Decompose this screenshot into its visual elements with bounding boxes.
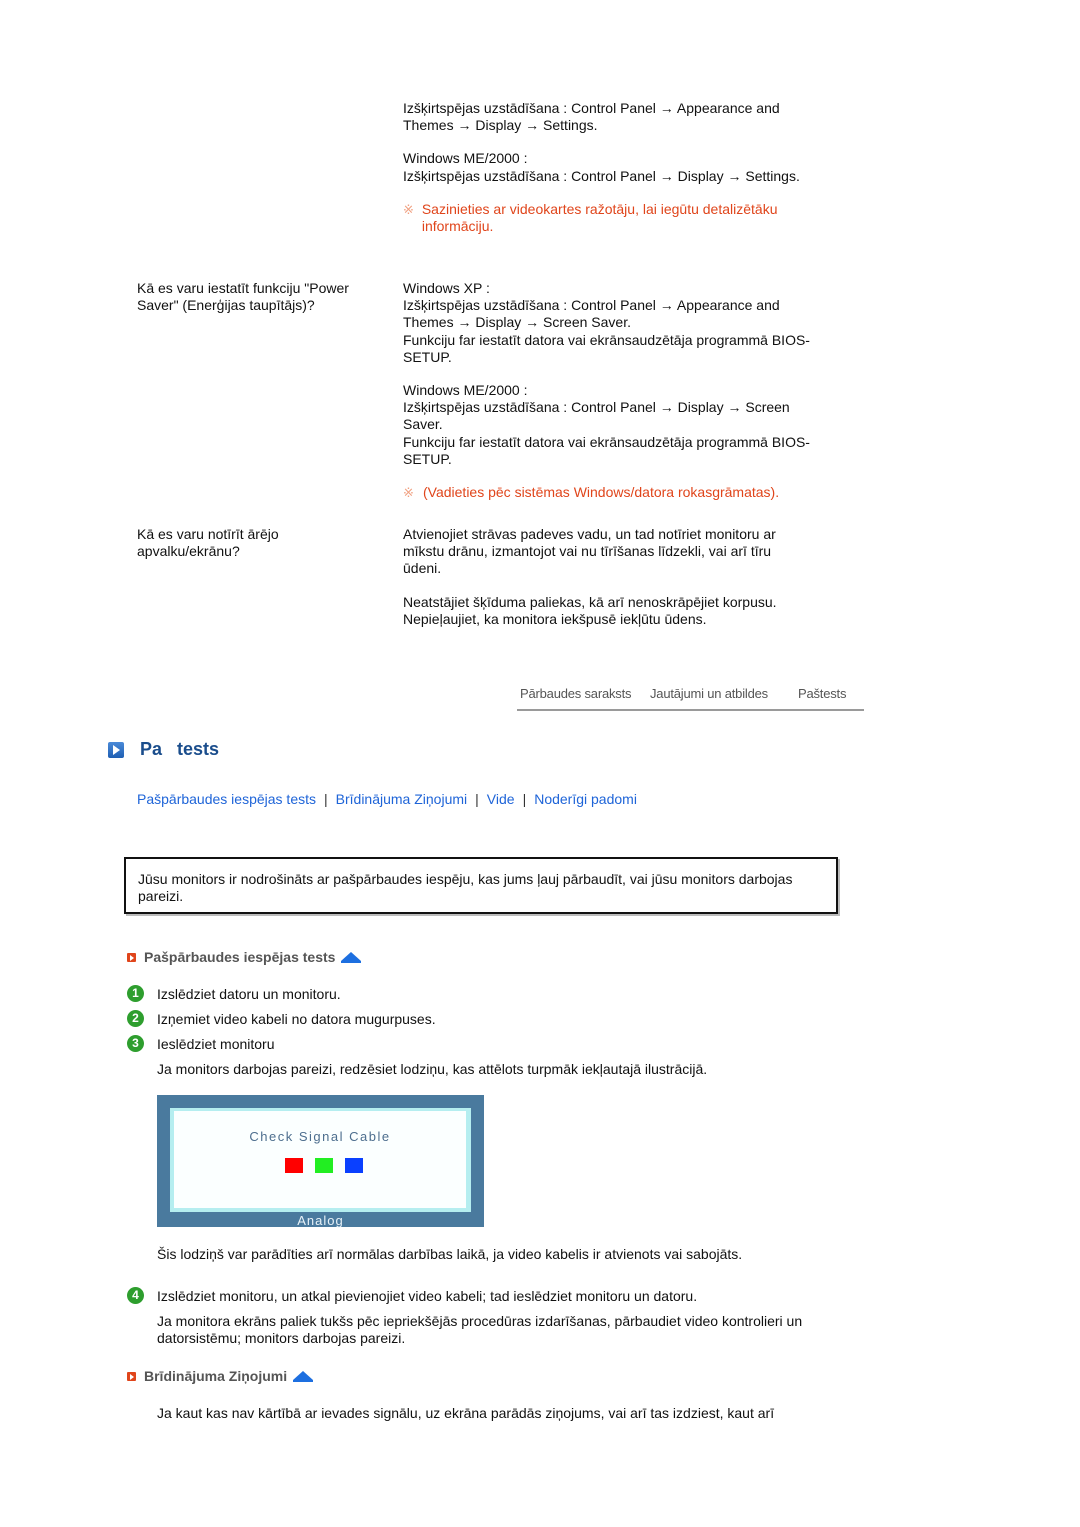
separator: | bbox=[324, 791, 328, 807]
resolution-note-text: Sazinieties ar videokartes ražotāju, lai… bbox=[421, 200, 778, 235]
warnings-text: Ja kaut kas nav kārtībā ar ievades signā… bbox=[157, 1405, 775, 1421]
blue-square bbox=[345, 1158, 363, 1173]
step-4-icon: 4 bbox=[127, 1287, 144, 1304]
me-resolution-path: Izšķirtspējas uzstādīšana : Control Pane… bbox=[403, 167, 800, 184]
xp-label: Windows XP : bbox=[403, 280, 490, 296]
link-self-test[interactable]: Pašpārbaudes iespējas tests bbox=[137, 791, 316, 807]
resolution-note: ※ Sazinieties ar videokartes ražotāju, l… bbox=[403, 201, 828, 235]
step-1-icon: 1 bbox=[127, 985, 144, 1002]
monitor-message: Check Signal Cable bbox=[249, 1129, 391, 1144]
check-signal-illustration: Check Signal Cable Analog bbox=[157, 1095, 484, 1228]
section-bullet-icon bbox=[127, 1372, 136, 1381]
power-saver-note-text: (Vadieties pēc sistēmas Windows/datora r… bbox=[423, 484, 780, 501]
separator: | bbox=[522, 791, 527, 807]
step-3-text: Ieslēdziet monitoru bbox=[157, 1036, 275, 1052]
power-saver-question: Kā es varu iestatīt funkciju "Power Save… bbox=[137, 280, 349, 314]
note-icon: ※ bbox=[403, 485, 414, 501]
intro-box: Jūsu monitors ir nodrošināts ar pašpārba… bbox=[124, 857, 838, 914]
monitor-frame: Check Signal Cable bbox=[170, 1108, 471, 1212]
section-bullet-icon bbox=[127, 953, 136, 962]
monitor-screen: Check Signal Cable bbox=[174, 1111, 466, 1208]
self-test-heading: Pašpārbaudes iespējas tests bbox=[127, 949, 362, 965]
xp-screensaver-path: Izšķirtspējas uzstādīšana : Control Pane… bbox=[403, 297, 780, 331]
me-label: Windows ME/2000 : bbox=[403, 150, 528, 167]
section-links: Pašpārbaudes iespējas tests | Brīdinājuma … bbox=[137, 791, 637, 807]
tab-qa[interactable]: Jautājumi un atbildes bbox=[650, 686, 768, 701]
link-tips[interactable]: Noderīgi padomi bbox=[534, 791, 637, 807]
xp-bios-note: Funkciju far iestatīt datora vai ekrānsa… bbox=[403, 331, 810, 365]
red-square bbox=[285, 1158, 303, 1173]
step-2-icon: 2 bbox=[127, 1010, 144, 1027]
cleaning-answer-2: Neatstājiet šķīduma paliekas, kā arī nen… bbox=[403, 593, 777, 627]
power-saver-note: ※ (Vadieties pēc sistēmas Windows/datora… bbox=[403, 484, 828, 501]
power-saver-answer: Windows XP : Izšķirtspējas uzstādīšana :… bbox=[403, 280, 828, 501]
me-screensaver-path: Izšķirtspējas uzstādīšana : Control Pane… bbox=[403, 399, 790, 433]
cleaning-answer-1: Atvienojiet strāvas padeves vadu, un tad… bbox=[403, 526, 776, 577]
note-icon: ※ bbox=[403, 201, 414, 217]
separator: | bbox=[475, 791, 479, 807]
resolution-answer: Izšķirtspējas uzstādīšana : Control Pane… bbox=[403, 100, 828, 235]
me-bios-note: Funkciju far iestatīt datora vai ekrānsa… bbox=[403, 433, 810, 467]
after-image-text: Šis lodziņš var parādīties arī normālas … bbox=[157, 1246, 743, 1262]
step-3-detail: Ja monitors darbojas pareizi, redzēsiet … bbox=[157, 1061, 708, 1077]
up-triangle-icon[interactable] bbox=[341, 952, 362, 963]
section-tabs: Pārbaudes saraksts Jautājumi un atbildes… bbox=[517, 683, 864, 711]
step-4-detail: Ja monitora ekrāns paliek tukšs pēc iepr… bbox=[157, 1313, 803, 1347]
page-title: Pa tests bbox=[140, 739, 220, 759]
play-icon bbox=[108, 742, 124, 758]
warnings-heading: Brīdinājuma Ziņojumi bbox=[127, 1368, 314, 1384]
me-label: Windows ME/2000 : bbox=[403, 382, 528, 399]
green-square bbox=[315, 1158, 333, 1173]
step-2-text: Izņemiet video kabeli no datora mugurpus… bbox=[157, 1011, 436, 1027]
step-3-icon: 3 bbox=[127, 1035, 144, 1052]
link-warnings[interactable]: Brīdinājuma Ziņojumi bbox=[336, 791, 468, 807]
step-4-text: Izslēdziet monitoru, un atkal pievienoji… bbox=[157, 1288, 698, 1304]
cleaning-question: Kā es varu notīrīt ārējo apvalku/ekrānu? bbox=[137, 526, 279, 560]
link-environment[interactable]: Vide bbox=[487, 791, 515, 807]
monitor-input-label: Analog bbox=[297, 1213, 344, 1228]
xp-resolution-path: Izšķirtspējas uzstādīšana : Control Pane… bbox=[403, 100, 780, 134]
self-test-heading-text: Pašpārbaudes iespējas tests bbox=[144, 949, 336, 965]
tab-checklist[interactable]: Pārbaudes saraksts bbox=[520, 686, 631, 701]
warnings-heading-text: Brīdinājuma Ziņojumi bbox=[144, 1368, 288, 1384]
tab-self-test[interactable]: Paštests bbox=[798, 686, 846, 701]
intro-text: Jūsu monitors ir nodrošināts ar pašpārba… bbox=[138, 871, 793, 904]
up-triangle-icon[interactable] bbox=[293, 1371, 314, 1382]
cleaning-answer: Atvienojiet strāvas padeves vadu, un tad… bbox=[403, 526, 803, 628]
step-1-text: Izslēdziet datoru un monitoru. bbox=[157, 986, 341, 1002]
